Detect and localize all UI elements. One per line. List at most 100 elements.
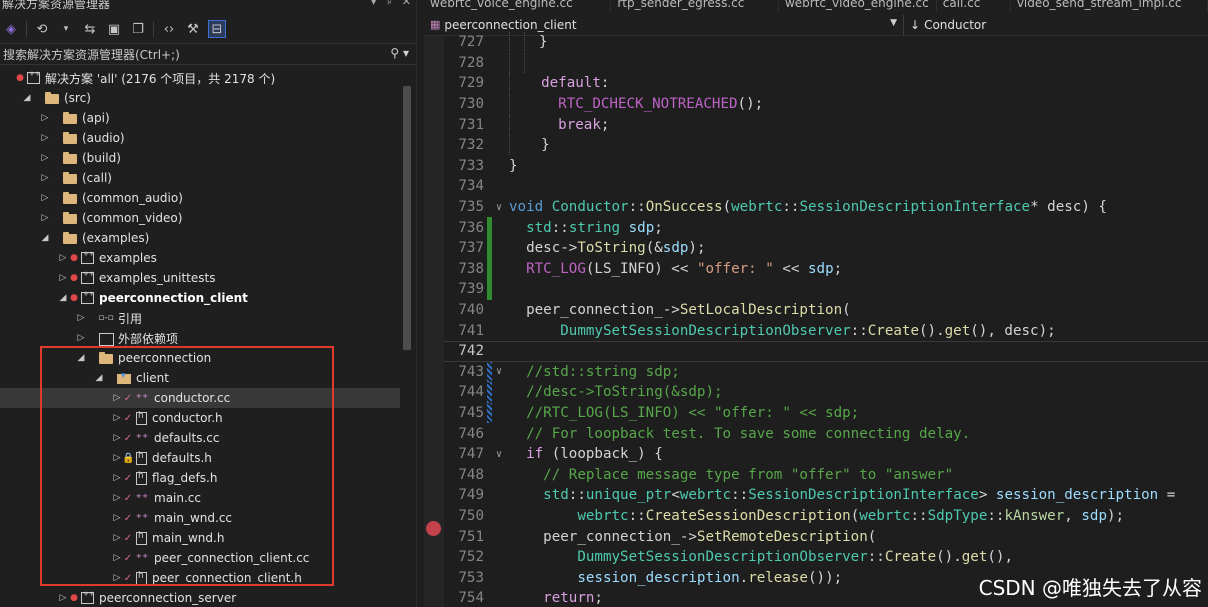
tree-item[interactable]: ◢ (src) [0,88,400,108]
show-all-files-icon[interactable]: ❐ [129,20,147,38]
tree-item[interactable]: ▷ (audio) [0,128,400,148]
code-line[interactable]: 752 DummySetSessionDescriptionObserver::… [444,547,1208,568]
code-line[interactable]: 727 } [444,32,1208,53]
tree-item[interactable]: ▷ (common_audio) [0,188,400,208]
tree-item[interactable]: ● 解决方案 'all' (2176 个项目，共 2178 个) [0,68,400,88]
tree-item[interactable]: ▷● peerconnection_server [0,588,400,607]
code-line[interactable]: 731 break; [444,114,1208,135]
tree-item[interactable]: ▷ ✓ ⁺⁺ peer_connection_client.cc [0,548,400,568]
collapsed-arrow-icon[interactable]: ▷ [76,313,86,323]
code-line[interactable]: 750 webrtc::CreateSessionDescription(web… [444,506,1208,527]
code-line[interactable]: 746 // For loopback test. To save some c… [444,423,1208,444]
code-line[interactable]: 745 //RTC_LOG(LS_INFO) << "offer: " << s… [444,402,1208,424]
editor-tab[interactable]: webrtc_video_engine.cc [779,0,937,12]
code-line[interactable]: 744 //desc->ToString(&sdp); [444,382,1208,403]
collapsed-arrow-icon[interactable]: ▷ [40,153,50,163]
collapsed-arrow-icon[interactable]: ▷ [58,593,68,603]
editor-tab[interactable]: rtp_sender_egress.cc [611,0,779,12]
collapsed-arrow-icon[interactable]: ▷ [76,333,86,343]
solution-search-input[interactable]: 搜索解决方案资源管理器(Ctrl+;) ⚲ ▾ [0,43,416,65]
breakpoint-icon[interactable] [426,521,441,536]
code-line[interactable]: 735 ∨ void Conductor::OnSuccess(webrtc::Se… [444,197,1208,218]
collapsed-arrow-icon[interactable]: ▷ [112,473,122,483]
collapsed-arrow-icon[interactable]: ▷ [40,133,50,143]
tree-item[interactable]: ▷● examples_unittests [0,268,400,288]
tree-item[interactable]: ▷✓ conductor.h [0,408,400,428]
tree-item[interactable]: ▷ ✓ ⁺⁺ main.cc [0,488,400,508]
collapsed-arrow-icon[interactable]: ▷ [40,213,50,223]
code-line[interactable]: 730 RTC_DCHECK_NOTREACHED(); [444,94,1208,115]
tree-item[interactable]: ▷ (build) [0,148,400,168]
fold-toggle-icon[interactable]: ∨ [492,202,506,213]
tree-item[interactable]: ▷● examples [0,248,400,268]
code-line[interactable]: 737 desc->ToString(&sdp); [444,238,1208,259]
tree-item[interactable]: ◢● peerconnection_client [0,288,400,308]
code-line[interactable]: 747 ∨ if (loopback_) { [444,444,1208,465]
code-line[interactable]: 734 [444,176,1208,197]
code-line[interactable]: 742 [444,341,1208,362]
tree-item[interactable]: ◢ client [0,368,400,388]
expanded-arrow-icon[interactable]: ◢ [94,373,104,383]
tree-item[interactable]: ▷ (common_video) [0,208,400,228]
history-icon[interactable]: ⟲ [33,20,51,38]
sync-icon[interactable]: ⇆ [81,20,99,38]
collapsed-arrow-icon[interactable]: ▷ [58,253,68,263]
tree-item[interactable]: ▷🔒 defaults.h [0,448,400,468]
code-line[interactable]: 751 peer_connection_->SetRemoteDescripti… [444,526,1208,547]
tree-item[interactable]: ▷✓ main_wnd.h [0,528,400,548]
wrench-icon[interactable]: ⚒ [184,20,202,38]
collapse-all-icon[interactable]: ▣ [105,20,123,38]
tree-item[interactable]: ◢ peerconnection [0,348,400,368]
collapsed-arrow-icon[interactable]: ▷ [112,393,122,403]
tree-item[interactable]: ▷ ▫-▫ 引用 [0,308,400,328]
collapsed-arrow-icon[interactable]: ▷ [112,573,122,583]
expanded-arrow-icon[interactable]: ◢ [40,233,50,243]
tree-scrollbar[interactable] [403,86,411,350]
code-line[interactable]: 749 std::unique_ptr<webrtc::SessionDescr… [444,485,1208,506]
collapsed-arrow-icon[interactable]: ▷ [112,493,122,503]
expanded-arrow-icon[interactable]: ◢ [22,93,32,103]
collapsed-arrow-icon[interactable]: ▷ [112,513,122,523]
dropdown-icon[interactable]: ▾ [371,0,377,8]
expanded-arrow-icon[interactable]: ◢ [76,353,86,363]
fold-toggle-icon[interactable]: ∨ [492,366,506,377]
search-icon[interactable]: ⚲ ▾ [390,46,409,60]
tree-item[interactable]: ▷ (api) [0,108,400,128]
fold-toggle-icon[interactable]: ∨ [492,449,506,460]
close-icon[interactable]: ✕ [402,0,411,8]
tree-item[interactable]: ◢ (examples) [0,228,400,248]
collapsed-arrow-icon[interactable]: ▷ [112,553,122,563]
tree-item[interactable]: ▷ 外部依赖项 [0,328,400,348]
code-line[interactable]: 728 [444,52,1208,74]
chevron-down-icon[interactable]: ▾ [57,20,75,38]
pin-icon[interactable]: ♯ [386,0,391,8]
code-line[interactable]: 732 } [444,135,1208,156]
code-line[interactable]: 748 // Replace message type from "offer"… [444,465,1208,486]
expanded-arrow-icon[interactable]: ◢ [58,293,68,303]
code-line[interactable]: 743 ∨ //std::string sdp; [444,361,1208,383]
vs-solution-icon[interactable]: ◈ [2,20,20,38]
editor-tab[interactable]: video_send_stream_impl.cc [1011,0,1208,12]
collapsed-arrow-icon[interactable]: ▷ [112,413,122,423]
tree-item[interactable]: ▷ ✓ ⁺⁺ defaults.cc [0,428,400,448]
tree-item[interactable]: ▷ ✓ ⁺⁺ conductor.cc [0,388,400,408]
preview-icon[interactable]: ⊟ [208,20,226,38]
code-line[interactable]: 729 default: [444,73,1208,94]
tree-item[interactable]: ▷✓ peer_connection_client.h [0,568,400,588]
collapsed-arrow-icon[interactable]: ▷ [112,453,122,463]
code-line[interactable]: 736 std::string sdp; [444,217,1208,238]
collapsed-arrow-icon[interactable]: ▷ [112,433,122,443]
collapsed-arrow-icon[interactable]: ▷ [40,113,50,123]
collapsed-arrow-icon[interactable]: ▷ [112,533,122,543]
code-line[interactable]: 733} [444,156,1208,177]
code-line[interactable]: 738 RTC_LOG(LS_INFO) << "offer: " << sdp… [444,258,1208,280]
code-line[interactable]: 739 [444,279,1208,300]
code-view-icon[interactable]: ‹› [160,20,178,38]
collapsed-arrow-icon[interactable]: ▷ [40,193,50,203]
collapsed-arrow-icon[interactable]: ▷ [58,273,68,283]
collapsed-arrow-icon[interactable]: ▷ [40,173,50,183]
tree-item[interactable]: ▷ ✓ ⁺⁺ main_wnd.cc [0,508,400,528]
tree-item[interactable]: ▷✓ flag_defs.h [0,468,400,488]
editor-tab[interactable]: webrtc_voice_engine.cc [424,0,612,12]
code-line[interactable]: 740 peer_connection_->SetLocalDescriptio… [444,300,1208,321]
